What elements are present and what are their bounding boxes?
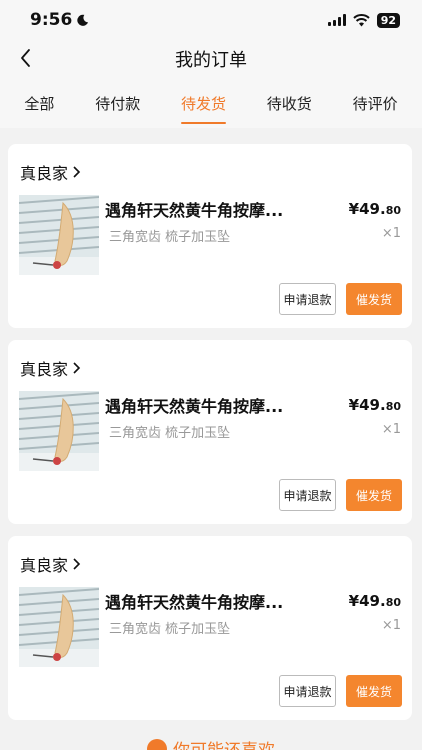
status-icons: 92	[327, 12, 400, 28]
product-title[interactable]: 遇角轩天然黄牛角按摩...	[105, 589, 305, 613]
product-image[interactable]	[19, 587, 99, 667]
price-main: ¥49.	[348, 396, 386, 414]
cellular-signal-icon	[327, 14, 346, 26]
chevron-right-icon	[73, 558, 81, 570]
shop-link[interactable]: 真良家	[20, 552, 82, 576]
quantity: ×1	[381, 422, 401, 437]
quantity: ×1	[381, 618, 401, 633]
urge-shipment-button[interactable]: 催发货	[346, 675, 402, 707]
product-image[interactable]	[19, 391, 99, 471]
status-bar: 9:56 92	[0, 0, 422, 40]
status-time: 9:56	[30, 10, 89, 30]
price: ¥49.80	[349, 592, 401, 610]
product-title[interactable]: 遇角轩天然黄牛角按摩...	[105, 393, 305, 417]
price-cents: 80	[385, 400, 401, 413]
back-arrow-icon[interactable]	[14, 46, 38, 70]
nav-bar: 我的订单	[0, 40, 422, 78]
tab-pending-review[interactable]: 待评价	[353, 87, 398, 120]
shop-link[interactable]: 真良家	[20, 160, 82, 184]
price-cents: 80	[385, 596, 401, 609]
tab-pending-payment[interactable]: 待付款	[95, 87, 140, 120]
shop-name: 真良家	[20, 164, 69, 183]
chevron-right-icon	[73, 362, 81, 374]
tab-pending-shipment[interactable]: 待发货	[180, 87, 227, 124]
product-spec: 三角宽齿 梳子加玉坠	[109, 622, 231, 637]
urge-shipment-button[interactable]: 催发货	[346, 283, 402, 315]
recommend-icon	[147, 738, 167, 750]
shop-name: 真良家	[20, 556, 69, 575]
quantity: ×1	[381, 226, 401, 241]
product-spec: 三角宽齿 梳子加玉坠	[109, 230, 231, 245]
chevron-right-icon	[73, 166, 81, 178]
price-main: ¥49.	[348, 592, 386, 610]
price-cents: 80	[385, 204, 401, 217]
page-title: 我的订单	[175, 50, 247, 71]
recommend-label: 你可能还喜欢	[173, 736, 275, 750]
urge-shipment-button[interactable]: 催发货	[346, 479, 402, 511]
product-title[interactable]: 遇角轩天然黄牛角按摩...	[105, 197, 305, 221]
product-image[interactable]	[19, 195, 99, 275]
shop-link[interactable]: 真良家	[20, 356, 82, 380]
price-main: ¥49.	[348, 200, 386, 218]
order-card[interactable]: 真良家 遇角轩天然黄牛角按摩... 三角宽齿 梳子加玉坠 ¥49.80 ×1 申…	[8, 144, 412, 328]
order-tabs: 全部 待付款 待发货 待收货 待评价	[0, 78, 422, 128]
wifi-icon	[353, 13, 370, 26]
order-card[interactable]: 真良家 遇角轩天然黄牛角按摩... 三角宽齿 梳子加玉坠 ¥49.80 ×1 申…	[8, 536, 412, 720]
price: ¥49.80	[349, 396, 401, 414]
tab-pending-receipt[interactable]: 待收货	[267, 87, 312, 120]
order-card[interactable]: 真良家 遇角轩天然黄牛角按摩... 三角宽齿 梳子加玉坠 ¥49.80 ×1 申…	[8, 340, 412, 524]
refund-button[interactable]: 申请退款	[279, 283, 336, 315]
battery-icon: 92	[376, 12, 400, 28]
refund-button[interactable]: 申请退款	[279, 479, 336, 511]
shop-name: 真良家	[20, 360, 69, 379]
tab-all[interactable]: 全部	[24, 87, 54, 120]
price: ¥49.80	[349, 200, 401, 218]
refund-button[interactable]: 申请退款	[279, 675, 336, 707]
order-list: 真良家 遇角轩天然黄牛角按摩... 三角宽齿 梳子加玉坠 ¥49.80 ×1 申…	[0, 128, 422, 720]
moon-icon	[77, 14, 89, 26]
clock-text: 9:56	[30, 10, 73, 30]
product-spec: 三角宽齿 梳子加玉坠	[109, 426, 231, 441]
recommend-section-header: 你可能还喜欢	[0, 736, 422, 750]
